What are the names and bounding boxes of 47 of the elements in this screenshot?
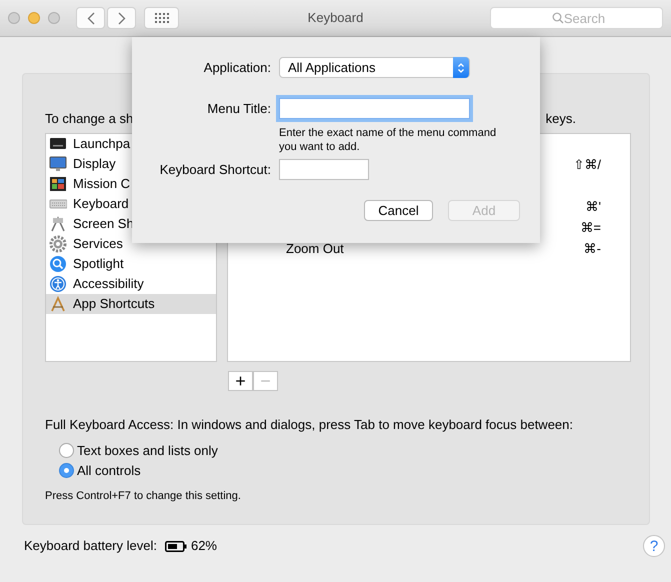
instruction-text: keys. (546, 110, 576, 128)
window-title: Keyboard (308, 10, 364, 26)
search-icon (49, 255, 67, 273)
category-item[interactable]: Accessibility (46, 274, 216, 294)
note-text: Press Control+F7 to change this setting. (45, 488, 242, 504)
menu-title-label: Menu Title: (206, 100, 271, 118)
category-item[interactable]: Spotlight (46, 254, 216, 274)
keyboard-access-text: Full Keyboard Access: In windows and dialogs, press Tab to move keyboard focus between: (45, 416, 574, 434)
close-button[interactable] (8, 12, 20, 24)
zoom-button[interactable] (48, 12, 60, 24)
category-item[interactable]: App Shortcuts (46, 294, 216, 314)
back-button[interactable] (76, 7, 105, 29)
application-popup[interactable]: All Applications (279, 57, 470, 78)
forward-button[interactable] (107, 7, 136, 29)
add-button[interactable]: + (228, 371, 253, 391)
show-all-button[interactable] (144, 7, 179, 29)
shortcut-keys: ⇧⌘/ (573, 154, 601, 174)
search-icon (552, 12, 564, 24)
cancel-button[interactable]: Cancel (364, 200, 433, 221)
stepper-icon (453, 57, 469, 78)
radio-option[interactable]: Text boxes and lists only (59, 440, 649, 460)
menu-title-field[interactable] (279, 98, 470, 119)
compass-icon (49, 295, 67, 313)
keyboard-shortcut-label: Keyboard Shortcut: (158, 160, 271, 179)
battery-label: Keyboard battery level: (24, 537, 157, 556)
chevron-right-icon (118, 12, 126, 24)
radio-button[interactable] (59, 463, 74, 478)
help-button[interactable]: ? (643, 535, 665, 557)
battery-icon (164, 540, 187, 552)
application-label: Application: (202, 58, 271, 77)
minimize-button[interactable] (28, 12, 40, 24)
shortcut-keys: ⌘= (580, 218, 601, 238)
grid-icon (154, 13, 168, 23)
search-field[interactable]: Search (490, 7, 663, 29)
battery-percentage: 62% (190, 537, 217, 556)
radio-button[interactable] (59, 443, 74, 458)
hint-text: Enter the exact name of the menu command you want to add. (279, 126, 498, 154)
menu-command: Zoom Out (286, 240, 344, 258)
chevron-left-icon (86, 12, 94, 24)
windows-icon (49, 175, 67, 193)
keyboard-shortcut-field[interactable] (279, 159, 369, 180)
shortcut-keys: ⌘' (586, 196, 601, 216)
accessibility-icon (49, 275, 67, 293)
radio-option[interactable]: All controls (59, 460, 649, 480)
shortcut-keys: ⌘- (584, 238, 601, 258)
gear-icon (49, 235, 67, 253)
display-icon (49, 155, 67, 173)
